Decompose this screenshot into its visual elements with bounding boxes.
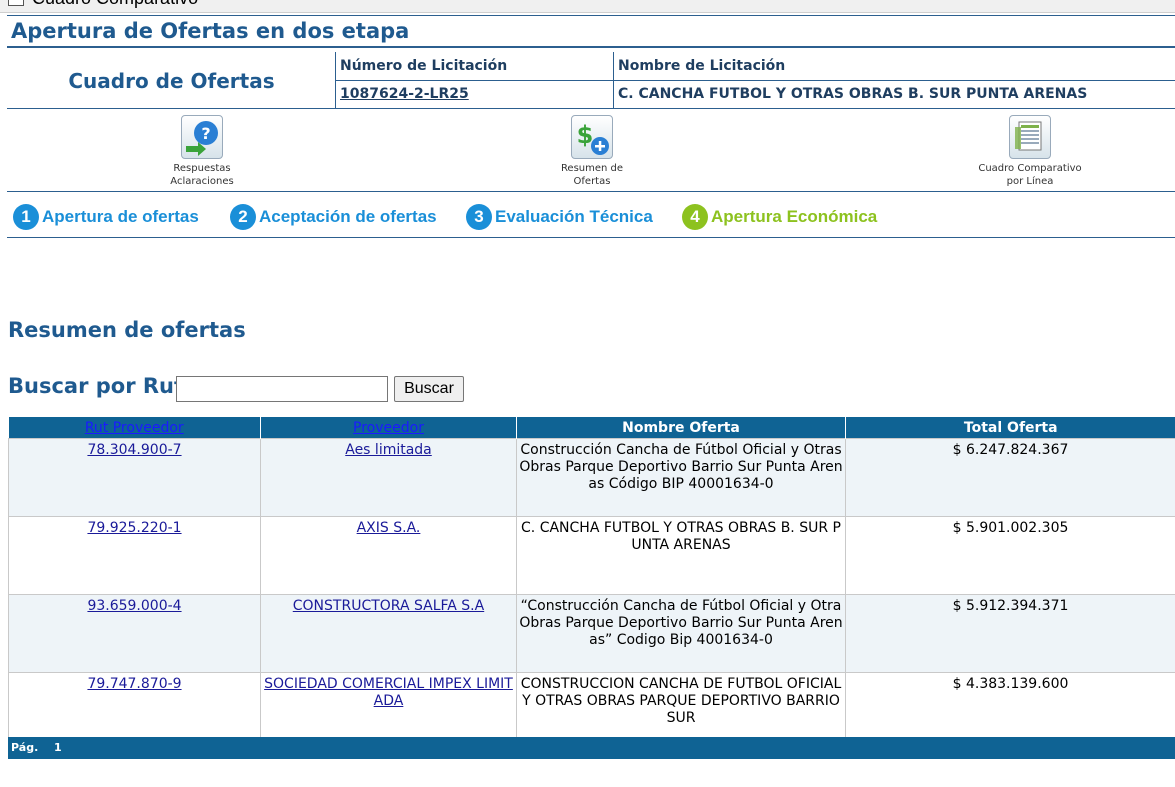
rut-sort-link[interactable]: Rut Proveedor bbox=[85, 420, 184, 436]
rut-link[interactable]: 93.659.000-4 bbox=[87, 598, 181, 614]
respuestas-label: Respuestas bbox=[173, 163, 231, 174]
svg-text:$: $ bbox=[577, 121, 594, 149]
numero-label: Número de Licitación bbox=[340, 58, 508, 74]
offer-name: Construcción Cancha de Fútbol Oficial y … bbox=[516, 438, 846, 517]
aclaraciones-label: Aclaraciones bbox=[170, 176, 234, 187]
proveedor-link[interactable]: Aes limitada bbox=[345, 442, 432, 458]
step-number: 3 bbox=[466, 204, 492, 230]
step-number: 4 bbox=[682, 204, 708, 230]
pagination-bar: Pág. 1 bbox=[8, 737, 1175, 759]
page-title: Apertura de Ofertas en dos etapa bbox=[11, 19, 410, 43]
nombre-column-header: Nombre Oferta bbox=[516, 417, 846, 439]
cuadro-title: Cuadro de Ofertas bbox=[68, 68, 275, 93]
offer-total: $ 6.247.824.367 bbox=[845, 438, 1175, 517]
window-title-bar: Cuadro Comparativo bbox=[0, 0, 1175, 13]
offer-total: $ 5.912.394.371 bbox=[845, 594, 1175, 673]
resumen-label: Resumen de bbox=[560, 163, 624, 174]
page-label: Pág. bbox=[11, 741, 39, 754]
licitacion-header: Cuadro de Ofertas Número de Licitación N… bbox=[7, 52, 1175, 109]
resumen-ofertas-button[interactable]: $ Resumen de Ofertas bbox=[532, 115, 652, 188]
table-row: 78.304.900-7 Aes limitada Construcción C… bbox=[8, 438, 1175, 517]
step-label: Apertura de ofertas bbox=[42, 207, 199, 226]
step-label: Apertura Económica bbox=[711, 207, 878, 226]
search-button[interactable]: Buscar bbox=[394, 376, 464, 402]
proveedor-link[interactable]: CONSTRUCTORA SALFA S.A bbox=[293, 598, 484, 614]
rut-link[interactable]: 78.304.900-7 bbox=[87, 442, 181, 458]
step-aceptacion-ofertas[interactable]: 2 Aceptación de ofertas bbox=[230, 203, 437, 231]
offer-name: C. CANCHA FUTBOL Y OTRAS OBRAS B. SUR PU… bbox=[516, 516, 846, 595]
step-evaluacion-tecnica[interactable]: 3 Evaluación Técnica bbox=[466, 203, 653, 231]
svg-text:?: ? bbox=[201, 124, 210, 143]
step-apertura-ofertas[interactable]: 1 Apertura de ofertas bbox=[13, 203, 199, 231]
offer-total: $ 5.901.002.305 bbox=[845, 516, 1175, 595]
table-row: 79.925.220-1 AXIS S.A. C. CANCHA FUTBOL … bbox=[8, 516, 1175, 595]
offers-table: Rut Proveedor Proveedor Nombre Oferta To… bbox=[8, 417, 1175, 751]
cuadro-comparativo-label: Cuadro Comparativo bbox=[978, 163, 1082, 174]
step-number: 2 bbox=[230, 204, 256, 230]
proveedor-link[interactable]: SOCIEDAD COMERCIAL IMPEX LIMITADA bbox=[264, 676, 513, 709]
page-title-bar: Apertura de Ofertas en dos etapa bbox=[7, 15, 1175, 48]
cuadro-comparativo-button[interactable]: Cuadro Comparativo por Línea bbox=[970, 115, 1090, 188]
rut-search-input[interactable] bbox=[176, 376, 388, 402]
rut-link[interactable]: 79.925.220-1 bbox=[87, 520, 181, 536]
process-steps: 1 Apertura de ofertas 2 Aceptación de of… bbox=[7, 196, 1175, 238]
spreadsheet-icon bbox=[1009, 115, 1051, 159]
window-icon bbox=[8, 0, 24, 6]
offer-name: “Construcción Cancha de Fútbol Oficial y… bbox=[516, 594, 846, 673]
search-label: Buscar por Rut: bbox=[8, 374, 193, 398]
nombre-licitacion-value: C. CANCHA FUTBOL Y OTRAS OBRAS B. SUR PU… bbox=[618, 86, 1088, 102]
rut-column-header[interactable]: Rut Proveedor bbox=[8, 417, 261, 439]
step-label: Aceptación de ofertas bbox=[259, 207, 437, 226]
page-number[interactable]: 1 bbox=[54, 741, 62, 754]
respuestas-aclaraciones-button[interactable]: ? Respuestas Aclaraciones bbox=[142, 115, 262, 188]
ofertas-label: Ofertas bbox=[573, 176, 611, 187]
step-label: Evaluación Técnica bbox=[495, 207, 653, 226]
table-header-row: Rut Proveedor Proveedor Nombre Oferta To… bbox=[8, 417, 1175, 439]
window-title: Cuadro Comparativo bbox=[32, 0, 198, 9]
nombre-label: Nombre de Licitación bbox=[618, 58, 786, 74]
step-number: 1 bbox=[13, 204, 39, 230]
proveedor-column-header[interactable]: Proveedor bbox=[260, 417, 517, 439]
question-icon: ? bbox=[181, 115, 223, 159]
action-toolbar: ? Respuestas Aclaraciones $ Resumen de O… bbox=[7, 110, 1175, 192]
por-linea-label: por Línea bbox=[1006, 176, 1054, 187]
table-row: 93.659.000-4 CONSTRUCTORA SALFA S.A “Con… bbox=[8, 594, 1175, 673]
step-apertura-economica[interactable]: 4 Apertura Económica bbox=[682, 203, 877, 231]
numero-licitacion-link[interactable]: 1087624-2-LR25 bbox=[340, 86, 469, 102]
proveedor-link[interactable]: AXIS S.A. bbox=[357, 520, 421, 536]
dollar-add-icon: $ bbox=[571, 115, 613, 159]
rut-link[interactable]: 79.747.870-9 bbox=[87, 676, 181, 692]
proveedor-sort-link[interactable]: Proveedor bbox=[353, 420, 424, 436]
total-column-header: Total Oferta bbox=[845, 417, 1175, 439]
section-title: Resumen de ofertas bbox=[8, 318, 246, 342]
